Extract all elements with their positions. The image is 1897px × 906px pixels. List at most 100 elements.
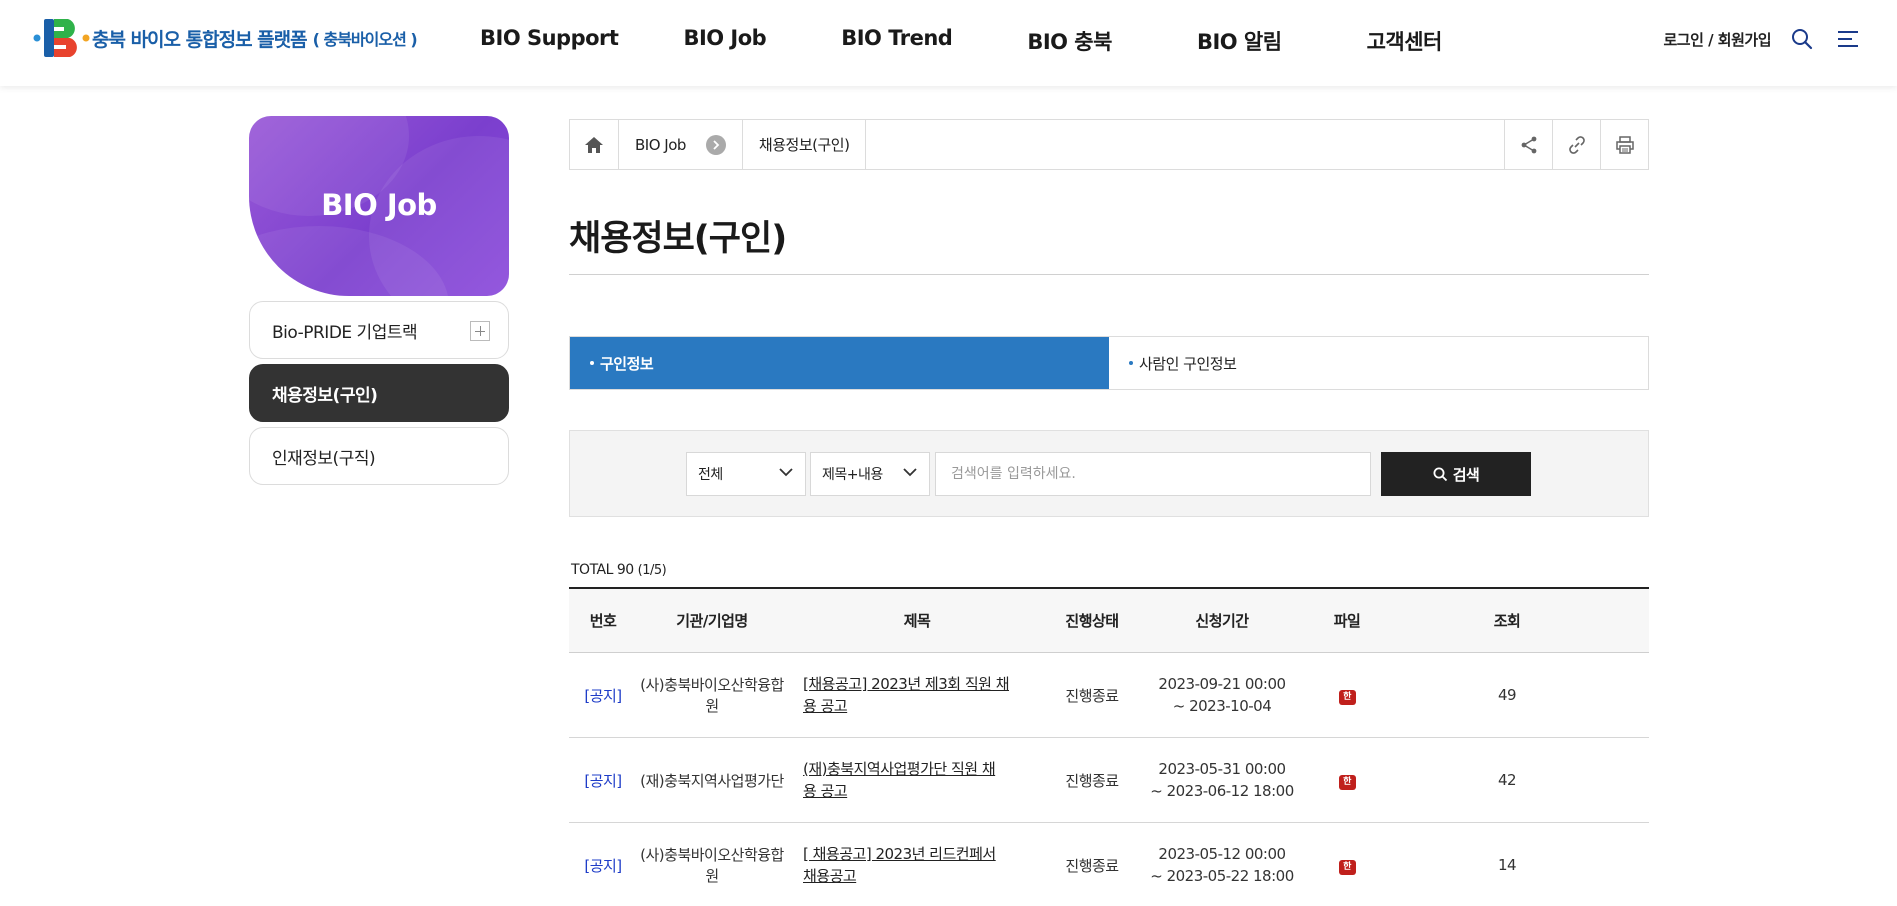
- field-select[interactable]: 제목+내용: [810, 452, 930, 496]
- sidebar-title-card: BIO Job: [249, 116, 509, 296]
- page-title: 채용정보(구인): [569, 219, 787, 259]
- post-title-line[interactable]: [채용공고] 2023년 제3회 직원 채: [803, 673, 1047, 695]
- main-nav: BIO Support BIO Job BIO Trend BIO 충북 BIO…: [480, 26, 1442, 56]
- search-button-label: 검색: [1452, 465, 1480, 484]
- org-name: (재)충북지역사업평가단: [640, 771, 784, 790]
- hwp-file-icon[interactable]: 한: [1338, 775, 1356, 790]
- table-row: [공지] (사)충북바이오산학융합원 [채용공고] 2023년 제3회 직원 채…: [569, 653, 1649, 738]
- notice-tag[interactable]: [공지]: [569, 770, 637, 791]
- logo-subtext: ( 충북바이오션 ): [312, 30, 418, 49]
- apply-period: 2023-05-31 00:00 ~ 2023-06-12 18:00: [1137, 758, 1307, 802]
- hwp-file-icon[interactable]: 한: [1338, 690, 1356, 705]
- sidebar-item-label: 채용정보(구인): [272, 385, 378, 406]
- period-end: ~ 2023-06-12 18:00: [1150, 782, 1294, 800]
- nav-bio-job[interactable]: BIO Job: [683, 26, 766, 56]
- period-end: ~ 2023-05-22 18:00: [1150, 867, 1294, 885]
- job-postings-table: 번호 기관/기업명 제목 진행상태 신청기간 파일 조회 [공지] (사)충북바…: [569, 587, 1649, 906]
- page-info: (1/5): [637, 563, 667, 578]
- search-panel: 전체 제목+내용 검색: [569, 430, 1649, 517]
- post-title-line[interactable]: (재)충북지역사업평가단 직원 채: [803, 758, 1047, 780]
- chevron-right-icon[interactable]: [705, 134, 726, 155]
- expand-plus-icon[interactable]: [470, 321, 490, 341]
- sidebar-item-label: Bio-PRIDE 기업트랙: [272, 322, 418, 343]
- nav-customer-center[interactable]: 고객센터: [1367, 26, 1443, 56]
- post-title-link[interactable]: [ 채용공고] 2023년 리드컨페서 채용공고: [787, 843, 1047, 887]
- notice-tag[interactable]: [공지]: [569, 685, 637, 706]
- login-signup-link[interactable]: 로그인 / 회원가입: [1663, 29, 1771, 50]
- apply-period: 2023-05-12 00:00 ~ 2023-05-22 18:00: [1137, 843, 1307, 887]
- post-title-link[interactable]: [채용공고] 2023년 제3회 직원 채 용 공고: [787, 673, 1047, 717]
- breadcrumb-tools: [1504, 120, 1648, 169]
- post-title-line[interactable]: 용 공고: [803, 695, 1047, 717]
- nav-bio-notice[interactable]: BIO 알림: [1197, 26, 1282, 56]
- post-title-line[interactable]: 용 공고: [803, 780, 1047, 802]
- sidebar-item-job-postings[interactable]: 채용정보(구인): [249, 364, 509, 422]
- file-cell: 한: [1307, 685, 1387, 705]
- tab-label: 구인정보: [600, 354, 654, 373]
- content-tabs: 구인정보 사람인 구인정보: [569, 336, 1649, 390]
- nav-bio-support[interactable]: BIO Support: [480, 26, 619, 56]
- table-row: [공지] (재)충북지역사업평가단 (재)충북지역사업평가단 직원 채 용 공고…: [569, 738, 1649, 823]
- breadcrumb-label: BIO Job: [635, 135, 686, 154]
- post-title-line[interactable]: [ 채용공고] 2023년 리드컨페서: [803, 843, 1047, 865]
- column-header: 기관/기업명: [676, 612, 748, 630]
- nav-bio-chungbuk[interactable]: BIO 충북: [1027, 26, 1112, 56]
- total-count: TOTAL 90 (1/5): [571, 562, 667, 578]
- search-icon: [1433, 467, 1447, 481]
- post-title-link[interactable]: (재)충북지역사업평가단 직원 채 용 공고: [787, 758, 1047, 802]
- post-title-line[interactable]: 채용공고: [803, 865, 1047, 887]
- column-header: 번호: [589, 612, 617, 630]
- field-select-value: 제목+내용: [822, 467, 883, 483]
- site-logo[interactable]: 충북 바이오 통합정보 플랫폼 ( 충북바이오션 ): [32, 16, 418, 60]
- breadcrumb-current[interactable]: 채용정보(구인): [743, 120, 867, 169]
- status-text: 진행종료: [1065, 771, 1119, 790]
- site-header: 충북 바이오 통합정보 플랫폼 ( 충북바이오션 ) BIO Support B…: [0, 0, 1897, 86]
- search-button[interactable]: 검색: [1381, 452, 1531, 496]
- bullet-dot: [590, 361, 594, 365]
- chevron-down-icon: [779, 468, 793, 477]
- sidebar-title: BIO Job: [321, 188, 437, 222]
- sidebar-item-bio-pride[interactable]: Bio-PRIDE 기업트랙: [249, 301, 509, 359]
- header-utilities: 로그인 / 회원가입: [1663, 26, 1861, 52]
- breadcrumb-label: 채용정보(구인): [758, 136, 850, 154]
- bullet-dot: [1129, 361, 1133, 365]
- period-start: 2023-09-21 00:00: [1158, 675, 1286, 693]
- chevron-down-icon: [903, 468, 917, 477]
- period-start: 2023-05-31 00:00: [1158, 760, 1286, 778]
- menu-icon[interactable]: [1835, 26, 1861, 52]
- apply-period: 2023-09-21 00:00 ~ 2023-10-04: [1137, 673, 1307, 717]
- nav-bio-trend[interactable]: BIO Trend: [841, 26, 953, 56]
- search-icon[interactable]: [1789, 26, 1815, 52]
- status-text: 진행종료: [1065, 856, 1119, 875]
- notice-tag[interactable]: [공지]: [569, 855, 637, 876]
- org-name: (사)충북바이오산학융합원: [640, 846, 784, 885]
- view-count: 14: [1497, 856, 1517, 874]
- org-name: (사)충북바이오산학융합원: [640, 676, 784, 715]
- link-icon[interactable]: [1552, 120, 1600, 169]
- breadcrumb-bio-job[interactable]: BIO Job: [619, 120, 743, 169]
- column-header: 조회: [1493, 612, 1521, 630]
- status-text: 진행종료: [1065, 686, 1119, 705]
- share-icon[interactable]: [1504, 120, 1552, 169]
- title-divider: [569, 274, 1649, 275]
- view-count: 49: [1497, 686, 1517, 704]
- table-row: [공지] (사)충북바이오산학융합원 [ 채용공고] 2023년 리드컨페서 채…: [569, 823, 1649, 906]
- column-header: 진행상태: [1065, 612, 1119, 630]
- sidebar-item-talent-info[interactable]: 인재정보(구직): [249, 427, 509, 485]
- table-header: 번호 기관/기업명 제목 진행상태 신청기간 파일 조회: [569, 589, 1649, 653]
- file-cell: 한: [1307, 855, 1387, 875]
- home-icon[interactable]: [570, 120, 619, 169]
- breadcrumb: BIO Job 채용정보(구인): [569, 119, 1649, 170]
- column-header: 신청기간: [1195, 612, 1249, 630]
- category-select[interactable]: 전체: [686, 452, 806, 496]
- hwp-file-icon[interactable]: 한: [1338, 860, 1356, 875]
- column-header: 파일: [1333, 612, 1361, 630]
- logo-text: 충북 바이오 통합정보 플랫폼: [92, 28, 308, 51]
- tab-job-openings[interactable]: 구인정보: [570, 337, 1109, 389]
- column-header: 제목: [903, 612, 931, 630]
- tab-saramin-openings[interactable]: 사람인 구인정보: [1109, 337, 1648, 389]
- total-label: TOTAL 90: [571, 562, 634, 578]
- search-input[interactable]: [935, 452, 1371, 496]
- print-icon[interactable]: [1600, 120, 1648, 169]
- sidebar-item-label: 인재정보(구직): [272, 448, 376, 469]
